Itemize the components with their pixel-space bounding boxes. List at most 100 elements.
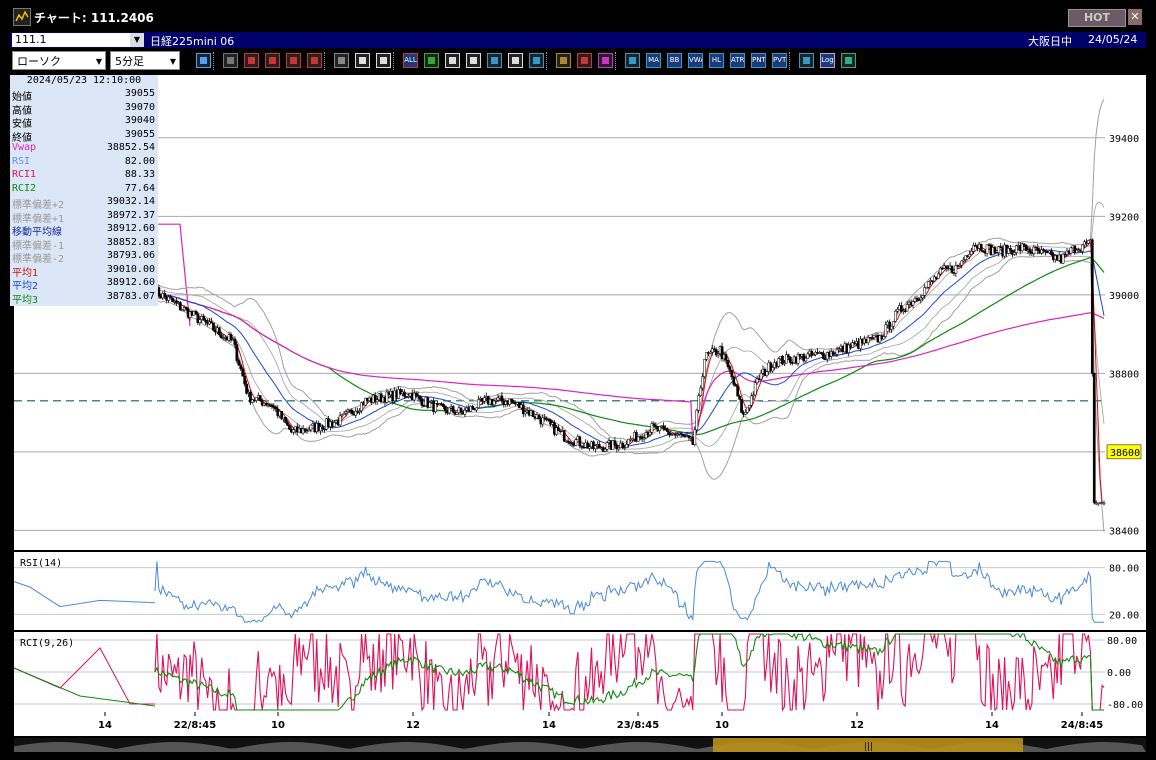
fill-icon[interactable] [487, 53, 502, 68]
chart-area[interactable]: 3840038600388003900039200394003860080.00… [0, 74, 1156, 760]
pvt-button[interactable]: PVT [772, 53, 787, 68]
list-icon[interactable] [508, 53, 523, 68]
glyph [227, 57, 234, 64]
log-button[interactable]: Log [820, 53, 835, 68]
pointer-icon[interactable] [466, 53, 481, 68]
candle-body [1009, 248, 1012, 251]
eraser-icon[interactable] [334, 53, 349, 68]
indicator-icon[interactable] [625, 53, 640, 68]
candle-body [537, 414, 541, 419]
chart-type-select[interactable]: ローソク ▼ [12, 51, 106, 70]
pencil-icon[interactable] [424, 53, 439, 68]
time-scrollbar[interactable]: ||| [14, 738, 1146, 752]
time-tick-label: 10 [715, 720, 729, 731]
candle-body [937, 273, 940, 279]
candle-body [747, 404, 751, 409]
candle-body [1092, 373, 1096, 504]
candle-body [781, 355, 784, 365]
data-row-value: 77.64 [124, 182, 155, 194]
title-bar: チャート: 111.2406 HOT ✕ [0, 0, 1156, 32]
line-tool-icon[interactable] [445, 53, 460, 68]
rsi-tick-label: 20.00 [1109, 610, 1139, 621]
pnt-button[interactable]: PNT [751, 53, 766, 68]
toolbar-separator [324, 52, 327, 70]
data-row-value: 39032.14 [106, 196, 155, 207]
price-axis[interactable] [1105, 75, 1146, 550]
candle-body [212, 322, 215, 331]
search-icon[interactable] [265, 53, 280, 68]
glyph [602, 57, 609, 64]
data-row: 安値 39040 [10, 115, 158, 130]
instrument-name: 日経225mini 06 [150, 35, 235, 48]
candle-red-icon[interactable] [376, 53, 391, 68]
candle-body [459, 407, 463, 412]
settings-icon[interactable] [556, 53, 571, 68]
session-name: 大阪日中 [1028, 35, 1072, 48]
candle-body [738, 395, 741, 400]
price-tick-label: 39200 [1109, 212, 1139, 223]
main-chart-panel[interactable] [14, 75, 1105, 550]
glyph [803, 57, 810, 64]
crosshair-icon[interactable] [223, 53, 238, 68]
bb-button[interactable]: BB [667, 53, 682, 68]
trash-icon[interactable] [529, 53, 544, 68]
candle-body [693, 429, 697, 445]
hl-button[interactable]: HL [709, 53, 724, 68]
window-button[interactable] [799, 53, 814, 68]
all-icon[interactable]: ALL [403, 53, 418, 68]
brush-icon[interactable] [577, 53, 592, 68]
candle-body [927, 281, 930, 288]
candle-body [613, 440, 617, 446]
candle-body [894, 310, 897, 322]
data-row-value: 38783.07 [106, 290, 155, 302]
candle-icon[interactable] [355, 53, 370, 68]
candle-body [668, 431, 671, 435]
rsi-title: RSI(14) [20, 558, 62, 569]
candle-body [243, 375, 246, 385]
candle-body [806, 353, 810, 359]
data-row: 終値 39055 [10, 128, 158, 144]
data-row-value: 38972.37 [106, 209, 155, 221]
rci-title: RCI(9,26) [20, 638, 74, 649]
candle-body [662, 425, 665, 429]
close-button[interactable]: ✕ [1128, 9, 1142, 25]
candle-body [239, 364, 243, 370]
trend-icon[interactable] [307, 53, 322, 68]
symbol-dropdown-button[interactable]: ▼ [130, 33, 144, 47]
candle-body [475, 407, 478, 411]
palette-icon[interactable] [598, 53, 613, 68]
candle-body [557, 427, 560, 432]
candle-body [979, 243, 983, 251]
candle-body [477, 399, 480, 409]
ma-button[interactable]: MA [646, 53, 661, 68]
candle-body [603, 449, 607, 452]
hot-button[interactable]: HOT [1068, 9, 1126, 27]
vwap-button[interactable]: VWAP [688, 53, 703, 68]
interval-select[interactable]: 5分足 ▼ [110, 51, 180, 70]
glyph [290, 57, 297, 64]
rsi-panel[interactable] [14, 552, 1105, 630]
grid-icon[interactable] [286, 53, 301, 68]
scroll-left-icon[interactable] [244, 53, 259, 68]
atr-button[interactable]: ATR [730, 53, 745, 68]
export-icon[interactable] [841, 53, 856, 68]
candle-body [254, 397, 258, 401]
current-price-label: 38600 [1110, 448, 1140, 459]
symbol-input[interactable]: 111.1 [12, 33, 130, 47]
candle-body [463, 410, 467, 415]
candle-body [652, 423, 656, 427]
candle-body [777, 358, 780, 367]
candle-body [730, 370, 734, 378]
candle-body [163, 293, 167, 298]
data-row: 高値 39070 [10, 102, 158, 117]
app-chart-icon [13, 8, 31, 26]
candle-body [217, 327, 221, 335]
data-row: 始値 39055 [10, 88, 158, 103]
data-row-label: 平均3 [12, 294, 39, 306]
data-row-value: 38852.54 [106, 142, 155, 153]
candle-body [1069, 247, 1073, 254]
data-row: 移動平均線 38912.60 [10, 223, 158, 238]
data-row-value: 39055 [124, 128, 155, 140]
zoom-icon[interactable] [196, 53, 211, 68]
candle-body [911, 301, 915, 306]
